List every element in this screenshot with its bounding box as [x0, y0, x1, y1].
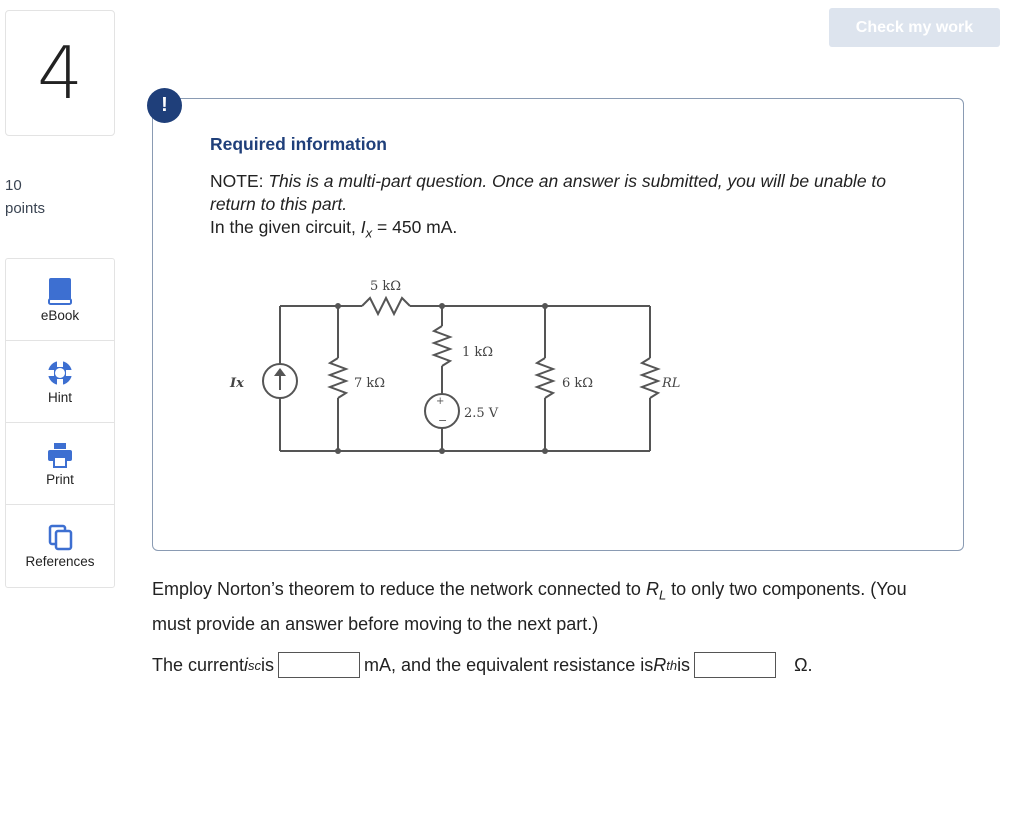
note-text: NOTE: This is a multi-part question. Onc…	[210, 170, 910, 245]
rl-label: RL	[661, 376, 680, 391]
circuit-diagram: + − Ix 5 kΩ 7 kΩ 1 kΩ 2.5 V 6 kΩ RL	[229, 279, 680, 454]
copy-pages-icon	[46, 523, 74, 551]
references-button[interactable]: References	[6, 505, 114, 587]
references-label: References	[25, 554, 95, 569]
ebook-label: eBook	[40, 308, 80, 323]
printer-icon	[46, 441, 74, 469]
r1k-label: 1 kΩ	[462, 345, 493, 360]
points-value: 10	[5, 177, 22, 194]
ohm-unit: Ω.	[794, 654, 813, 675]
isc-answer-input[interactable]	[278, 652, 361, 678]
note-body: This is a multi-part question. Once an a…	[210, 171, 887, 214]
question-number: 4	[37, 31, 83, 115]
check-my-work-button[interactable]: Check my work	[829, 8, 1000, 47]
svg-text:−: −	[438, 414, 447, 427]
hint-button[interactable]: Hint	[6, 341, 114, 423]
lifebuoy-icon	[46, 359, 74, 387]
alert-icon: !	[147, 88, 182, 123]
points-display: 10 points	[5, 174, 45, 220]
rth-answer-input[interactable]	[694, 652, 777, 678]
question-number-box: 4	[5, 10, 115, 136]
answer-line: The current i sc is mA, and the equivalen…	[152, 652, 813, 678]
book-icon	[46, 277, 74, 305]
print-button[interactable]: Print	[6, 423, 114, 505]
print-label: Print	[46, 472, 74, 487]
given-info: In the given circuit, Ix = 450 mA.	[210, 217, 458, 241]
v25-label: 2.5 V	[464, 406, 499, 421]
ebook-button[interactable]: eBook	[6, 259, 114, 341]
question-prompt: Employ Norton’s theorem to reduce the ne…	[152, 579, 907, 634]
hint-label: Hint	[47, 390, 72, 405]
note-prefix: NOTE:	[210, 171, 269, 191]
points-label: points	[5, 200, 46, 217]
required-info-title: Required information	[210, 134, 387, 154]
ix-label: Ix	[229, 376, 244, 391]
svg-text:+: +	[436, 396, 444, 407]
r5k-label: 5 kΩ	[370, 279, 401, 294]
r6k-label: 6 kΩ	[562, 376, 593, 391]
r7k-label: 7 kΩ	[354, 376, 385, 391]
tools-sidebar: eBook Hint Print References	[5, 258, 115, 588]
